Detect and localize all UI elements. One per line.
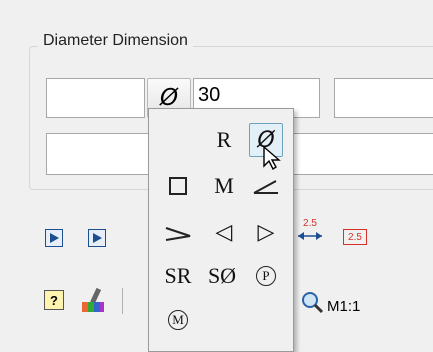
toolbar-divider (122, 288, 123, 314)
paintbrush-icon[interactable] (80, 286, 106, 314)
sr-symbol[interactable]: SR (161, 259, 195, 293)
help-icon[interactable]: ? (44, 290, 64, 310)
suffix-input[interactable] (334, 78, 433, 118)
slope-symbol[interactable] (161, 215, 195, 249)
circled-p-symbol[interactable]: P (249, 259, 283, 293)
arrows-icon (298, 232, 322, 240)
circled-m-symbol[interactable]: M (161, 303, 195, 337)
taper-left-symbol[interactable]: ◁ (207, 215, 241, 249)
circled-m-icon: M (168, 310, 188, 330)
sphere-diameter-symbol[interactable]: SØ (205, 259, 239, 293)
square-symbol[interactable] (161, 169, 195, 203)
circled-p-icon: P (256, 266, 276, 286)
square-icon (169, 177, 187, 195)
m-symbol[interactable]: M (207, 169, 241, 203)
value-text: 30 (198, 84, 221, 106)
prefix-input[interactable] (46, 78, 145, 118)
taper-right-symbol[interactable]: ▷ (249, 215, 283, 249)
mouse-cursor-icon (262, 145, 284, 171)
play-icon[interactable] (88, 229, 106, 247)
radius-symbol[interactable]: R (207, 123, 241, 157)
angle-symbol[interactable] (249, 169, 283, 203)
play-icon[interactable] (45, 229, 63, 247)
dimension-style-icon[interactable]: 2.5 (343, 229, 367, 245)
dimension-text-icon[interactable]: 2.5 (296, 218, 324, 248)
slope-icon (165, 227, 191, 241)
scale-label: M1:1 (327, 298, 361, 315)
zoom-icon[interactable] (300, 290, 324, 314)
angle-icon (253, 180, 278, 194)
group-title: Diameter Dimension (38, 32, 193, 50)
